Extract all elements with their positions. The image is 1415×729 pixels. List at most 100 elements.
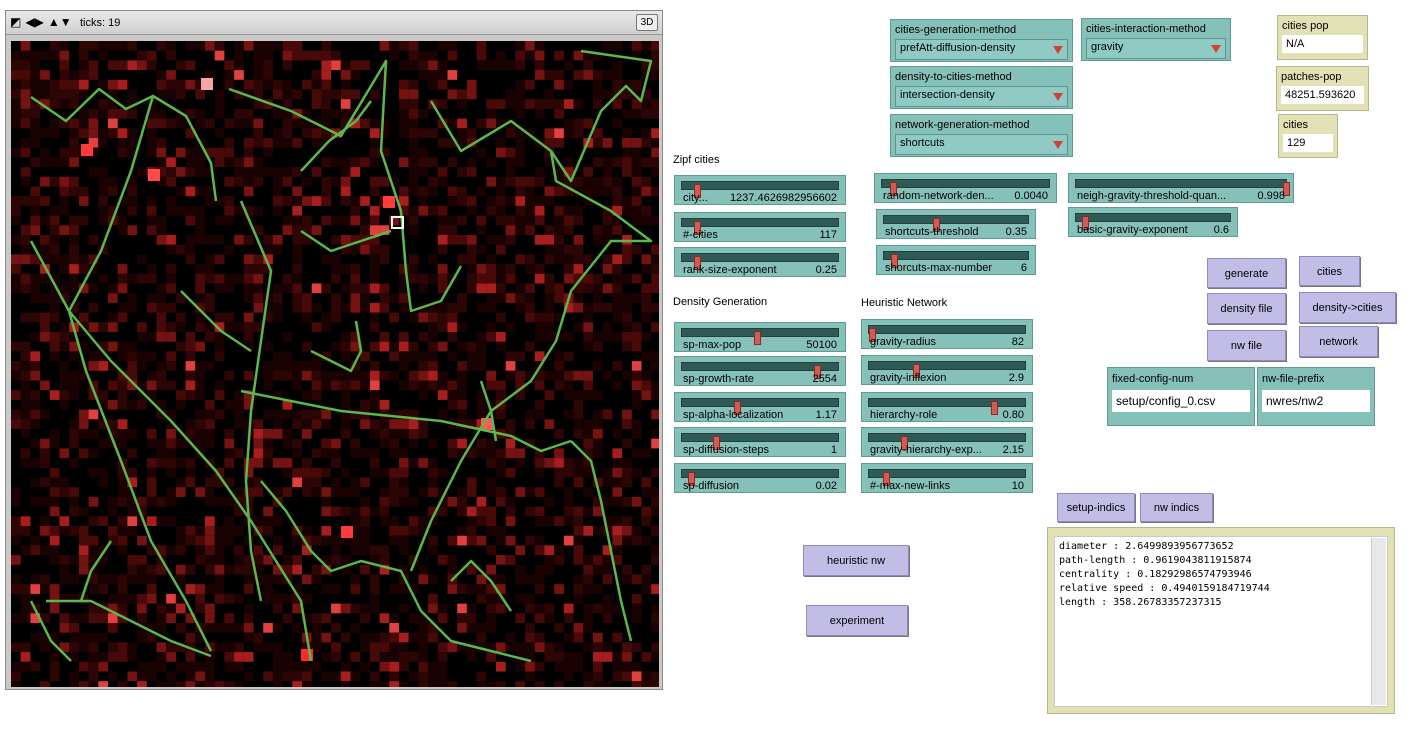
density-patch [583,254,593,265]
3d-view-button[interactable]: 3D [636,14,658,31]
slider-track[interactable] [1075,179,1290,196]
slider-track[interactable] [868,433,1026,450]
density-patch [631,613,642,623]
density-patch [166,244,176,255]
world-canvas[interactable] [11,41,659,687]
fixed-config-num-input[interactable]: fixed-config-num setup/config_0.csv [1107,367,1255,426]
density-patch [350,264,361,274]
density-patch [631,273,642,284]
chooser-value[interactable]: intersection-density [895,86,1068,107]
sp-diffusion-slider[interactable]: sp-diffusion 0.02 [674,463,846,493]
cities-button[interactable]: cities [1299,256,1360,286]
basic-gravity-exponent-slider[interactable]: basic-gravity-exponent 0.6 [1068,207,1238,237]
density-patch [408,108,419,119]
rank-size-exponent-slider[interactable]: rank-size-exponent 0.25 [674,247,846,277]
density-patch [428,603,438,614]
density-patch [476,60,487,71]
sp-alpha-localization-slider[interactable]: sp-alpha-localization 1.17 [674,392,846,422]
nw-file-button[interactable]: nw file [1207,330,1286,361]
updown-arrows-icon[interactable]: ▲▼ [48,11,72,33]
density-patch [78,89,89,100]
density-patch [593,128,603,138]
slider-track[interactable] [883,215,1029,232]
slider-track[interactable] [881,179,1050,196]
density-patch [544,70,555,80]
sp-diffusion-steps-slider[interactable]: sp-diffusion-steps 1 [674,427,846,457]
gravity-hierarchy-exponent-slider[interactable]: gravity-hierarchy-exp... 2.15 [861,427,1033,457]
density-patch [437,176,448,187]
slider-track[interactable] [681,181,839,198]
density-patch [418,273,429,284]
generate-button[interactable]: generate [1207,258,1286,288]
slider-track[interactable] [681,398,839,415]
slider-track[interactable] [681,328,839,345]
density-patch [457,293,467,303]
sp-growth-rate-slider[interactable]: sp-growth-rate 2554 [674,356,846,386]
density-patch [408,526,419,536]
gravity-radius-slider[interactable]: gravity-radius 82 [861,319,1033,349]
slider-track[interactable] [868,398,1026,415]
density-patch [166,157,176,168]
density-patch [486,196,496,206]
chooser-value[interactable]: shortcuts [895,134,1068,155]
slider-track[interactable] [868,325,1026,342]
slider-track[interactable] [681,253,839,270]
shortcuts-threshold-slider[interactable]: shortcuts-threshold 0.35 [876,209,1036,239]
network-generation-method-chooser[interactable]: network-generation-method shortcuts [890,114,1073,157]
num-cities-slider[interactable]: #-cities 117 [674,212,846,242]
density-patch [88,584,99,594]
slider-knob[interactable] [754,331,761,345]
density-to-cities-method-chooser[interactable]: density-to-cities-method intersection-de… [890,66,1073,109]
density-patch [311,487,322,497]
heuristic-nw-button[interactable]: heuristic nw [803,545,909,576]
output-text-area[interactable]: diameter : 2.6499893956773652 path-length… [1054,536,1388,707]
nw-indics-button[interactable]: nw indics [1140,493,1213,522]
density-patch [272,370,283,381]
setup-indics-button[interactable]: setup-indics [1057,493,1135,522]
slider-track[interactable] [681,218,839,235]
speed-arrows-icon[interactable]: ◀▶ [25,11,43,33]
network-button[interactable]: network [1299,326,1378,357]
sp-max-pop-slider[interactable]: sp-max-pop 50100 [674,322,846,352]
neigh-gravity-threshold-quantile-slider[interactable]: neigh-gravity-threshold-quan... 0.998 [1068,173,1294,203]
density-patch [263,623,273,633]
gravity-inflexion-slider[interactable]: gravity-inflexion 2.9 [861,355,1033,385]
random-network-density-slider[interactable]: random-network-den... 0.0040 [874,173,1057,203]
slider-track[interactable] [883,251,1029,268]
cities-generation-method-chooser[interactable]: cities-generation-method prefAtt-diffusi… [890,19,1073,62]
density-patch [205,516,215,526]
shortcuts-max-number-slider[interactable]: shorcuts-max-number 6 [876,245,1036,275]
density-patch [379,244,390,255]
chooser-value[interactable]: gravity [1086,38,1226,59]
input-field[interactable]: nwres/nw2 [1262,390,1370,412]
slider-track[interactable] [681,469,839,486]
city-max-pop-slider[interactable]: city... 1237.4626982956602 [674,175,846,205]
density-patch [437,671,448,682]
max-new-links-slider[interactable]: #-max-new-links 10 [861,463,1033,493]
hierarchy-role-slider[interactable]: hierarchy-role 0.80 [861,392,1033,422]
slider-track[interactable] [681,433,839,450]
density-file-button[interactable]: density file [1207,293,1286,324]
input-field[interactable]: setup/config_0.csv [1112,390,1250,412]
density-patch [59,70,70,80]
density-patch [214,273,225,284]
density-patch [340,487,351,497]
slider-track[interactable] [681,362,839,379]
experiment-button[interactable]: experiment [806,605,908,636]
density-patch [379,118,390,129]
density-patch [292,564,302,575]
edit-icon[interactable]: ◩ [10,11,21,33]
cities-interaction-method-chooser[interactable]: cities-interaction-method gravity [1081,18,1231,61]
density-patch [20,652,31,662]
density-to-cities-button[interactable]: density->cities [1299,292,1396,323]
density-patch [224,147,235,158]
density-patch [544,652,555,662]
slider-knob[interactable] [991,401,998,415]
slider-track[interactable] [1075,213,1231,230]
slider-track[interactable] [868,469,1026,486]
slider-track[interactable] [868,361,1026,378]
nw-file-prefix-input[interactable]: nw-file-prefix nwres/nw2 [1257,367,1375,426]
chooser-value[interactable]: prefAtt-diffusion-density [895,39,1068,60]
density-patch [641,108,652,119]
output-scrollbar[interactable] [1371,538,1386,705]
